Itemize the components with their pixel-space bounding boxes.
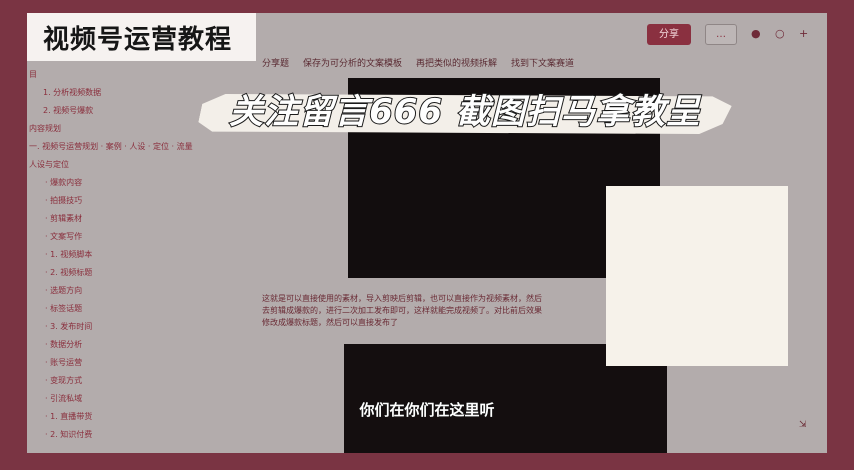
breadcrumb: 分享题 保存为可分析的文案模板 再把类似的视频拆解 找到下文案赛道 xyxy=(262,56,588,69)
sidebar-item[interactable]: · 2. 知识付费 xyxy=(27,427,215,443)
sidebar-item[interactable]: · 账号运营 xyxy=(27,355,215,371)
sidebar-item[interactable]: · 变现方式 xyxy=(27,373,215,389)
sidebar-item[interactable]: 一. 视频号运营规划 · 案例 · 人设 · 定位 · 流量 xyxy=(27,139,215,155)
overlay-corner-title: 视频号运营教程 xyxy=(27,13,256,61)
more-button[interactable]: … xyxy=(705,23,737,45)
sidebar-item[interactable]: 1. 分析视频数据 xyxy=(27,85,215,101)
sidebar-item[interactable]: 目 xyxy=(27,67,215,83)
content-paragraph: 这就是可以直接使用的素材，导入剪映后剪辑，也可以直接作为视频素材，然后 去剪辑成爆… xyxy=(262,293,612,329)
sidebar-item[interactable]: · 爆款内容 xyxy=(27,175,215,191)
sidebar-item[interactable]: · 2. 视频标题 xyxy=(27,265,215,281)
breadcrumb-item[interactable]: 找到下文案赛道 xyxy=(511,59,574,69)
sidebar-item[interactable]: · 文案写作 xyxy=(27,229,215,245)
overlay-white-panel xyxy=(606,186,788,366)
breadcrumb-item[interactable]: 再把类似的视频拆解 xyxy=(416,59,497,69)
outline-sidebar: 目 1. 分析视频数据 2. 视频号爆款 内容规划一. 视频号运营规划 · 案例 · … xyxy=(27,61,215,453)
breadcrumb-item[interactable]: 保存为可分析的文案模板 xyxy=(303,59,402,69)
sidebar-item[interactable]: · 标签话题 xyxy=(27,301,215,317)
sidebar-item[interactable]: 2. 视频号爆款 xyxy=(27,103,215,119)
top-toolbar: 分享 … ● ○ + xyxy=(256,13,827,55)
sidebar-item[interactable]: · 剪辑素材 xyxy=(27,211,215,227)
paragraph-line: 修改成爆款标题，然后可以直接发布了 xyxy=(262,318,398,327)
share-button[interactable]: 分享 xyxy=(647,23,691,45)
overlay-banner: 关注留言666 截图扫马拿教呈 xyxy=(200,80,730,146)
video-subtitle: 你们在你们在这里听 xyxy=(359,401,495,420)
banner-text: 关注留言666 截图扫马拿教呈 xyxy=(228,91,701,133)
paragraph-line: 这就是可以直接使用的素材，导入剪映后剪辑，也可以直接作为视频素材，然后 xyxy=(262,294,542,303)
add-icon[interactable]: + xyxy=(799,28,809,39)
breadcrumb-item[interactable]: 分享题 xyxy=(262,59,289,69)
sidebar-item[interactable]: 人设与定位 xyxy=(27,157,215,173)
sidebar-item[interactable]: · 选题方向 xyxy=(27,283,215,299)
expand-icon[interactable]: ⇲ xyxy=(799,420,807,430)
sidebar-item[interactable]: · 3. 发布时间 xyxy=(27,319,215,335)
sidebar-item[interactable]: · 数据分析 xyxy=(27,337,215,353)
sidebar-item[interactable]: 内容规划 xyxy=(27,121,215,137)
paragraph-line: 去剪辑成爆款的，进行二次加工发布即可，这样就能完成视频了。对比前后效果 xyxy=(262,306,542,315)
bell-icon[interactable]: ● xyxy=(751,28,761,39)
sidebar-item[interactable]: · 拍摄技巧 xyxy=(27,193,215,209)
help-icon[interactable]: ○ xyxy=(775,28,785,39)
sidebar-item[interactable]: · 1. 视频脚本 xyxy=(27,247,215,263)
